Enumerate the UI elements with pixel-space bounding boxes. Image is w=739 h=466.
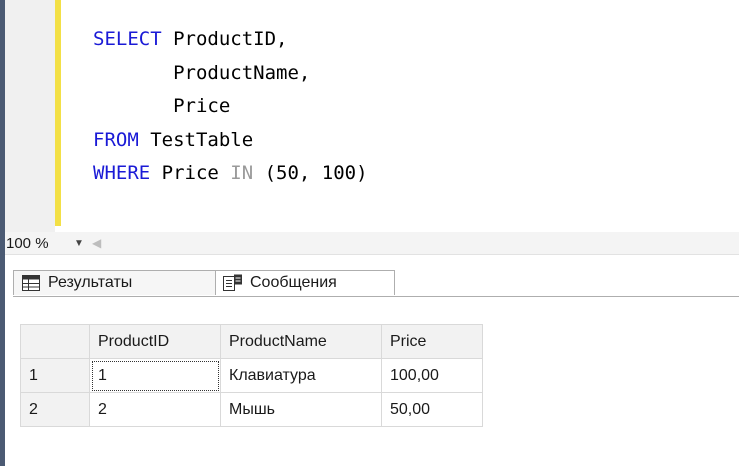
keyword-select: SELECT bbox=[93, 28, 162, 50]
code-line-4: FROM TestTable bbox=[93, 129, 254, 151]
sql-editor[interactable]: SELECT ProductID, ProductName, Price FRO… bbox=[5, 0, 739, 232]
table-cell[interactable]: 50,00 bbox=[381, 392, 483, 427]
column-header[interactable]: Price bbox=[381, 324, 483, 359]
scroll-left-icon[interactable]: ◀ bbox=[92, 236, 101, 250]
table-row: 2 2 Мышь 50,00 bbox=[20, 392, 483, 427]
messages-icon bbox=[222, 274, 244, 292]
column-header[interactable]: ProductName bbox=[220, 324, 382, 359]
code-line-1: SELECT ProductID, bbox=[93, 28, 288, 50]
table-cell[interactable]: 1 bbox=[89, 358, 221, 393]
code-line-2: ProductName, bbox=[93, 62, 311, 84]
grid-header-row: ProductID ProductName Price bbox=[20, 324, 483, 359]
keyword-from: FROM bbox=[93, 129, 139, 151]
tab-divider bbox=[13, 296, 739, 297]
grid-corner[interactable] bbox=[20, 324, 90, 359]
table-row: 1 1 Клавиатура 100,00 bbox=[20, 358, 483, 393]
column-header[interactable]: ProductID bbox=[89, 324, 221, 359]
table-cell[interactable]: 100,00 bbox=[381, 358, 483, 393]
tab-results-label: Результаты bbox=[48, 274, 133, 291]
table-cell[interactable]: Мышь bbox=[220, 392, 382, 427]
editor-statusbar: 100 % ▼ ◀ bbox=[5, 232, 739, 255]
code-line-5: WHERE Price IN (50, 100) bbox=[93, 162, 368, 184]
results-grid[interactable]: ProductID ProductName Price 1 1 Клавиату… bbox=[20, 324, 483, 427]
row-number[interactable]: 2 bbox=[20, 392, 90, 427]
grid-icon bbox=[20, 274, 42, 292]
row-number[interactable]: 1 bbox=[20, 358, 90, 393]
table-cell[interactable]: 2 bbox=[89, 392, 221, 427]
tab-messages[interactable]: Сообщения bbox=[215, 270, 395, 295]
operator-in: IN bbox=[230, 162, 254, 184]
results-tabs: Результаты Сообщения bbox=[5, 270, 739, 296]
code-line-3: Price bbox=[93, 95, 231, 117]
change-tracking-bar bbox=[55, 0, 61, 226]
tab-messages-label: Сообщения bbox=[250, 274, 337, 291]
zoom-level[interactable]: 100 % bbox=[6, 235, 49, 252]
zoom-dropdown-icon[interactable]: ▼ bbox=[74, 238, 84, 249]
tab-results[interactable]: Результаты bbox=[13, 270, 217, 295]
keyword-where: WHERE bbox=[93, 162, 151, 184]
editor-gutter bbox=[5, 0, 55, 232]
table-cell[interactable]: Клавиатура bbox=[220, 358, 382, 393]
